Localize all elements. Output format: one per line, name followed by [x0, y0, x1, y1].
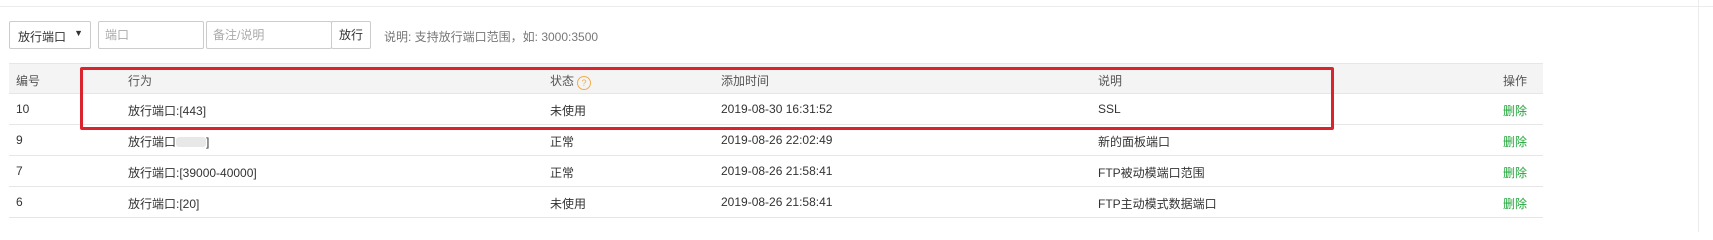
- table-row: 9 放行端口] 正常 2019-08-26 22:02:49 新的面板端口 删除: [9, 125, 1543, 156]
- row-id: 7: [16, 164, 23, 178]
- row-time: 2019-08-26 21:58:41: [721, 195, 833, 209]
- delete-link[interactable]: 删除: [1503, 195, 1527, 212]
- row-status: 未使用: [550, 104, 587, 118]
- port-input-wrap: [98, 21, 204, 49]
- question-circle-icon[interactable]: ?: [577, 76, 592, 90]
- delete-link[interactable]: 删除: [1503, 164, 1527, 181]
- row-time: 2019-08-26 22:02:49: [721, 133, 833, 147]
- row-note: 新的面板端口: [1098, 135, 1171, 149]
- table-row: 6 放行端口:[20] 未使用 2019-08-26 21:58:41 FTP主…: [9, 187, 1543, 218]
- header-id: 编号: [16, 74, 41, 88]
- row-action: 放行端口:[39000-40000]: [128, 166, 257, 180]
- action-select-value: 放行端口: [18, 30, 67, 44]
- table-row: 10 放行端口:[443] 未使用 2019-08-30 16:31:52 SS…: [9, 94, 1543, 125]
- delete-link[interactable]: 删除: [1503, 102, 1527, 119]
- row-status: 未使用: [550, 197, 587, 211]
- delete-link[interactable]: 删除: [1503, 133, 1527, 150]
- row-note: SSL: [1098, 102, 1121, 116]
- table-row: 7 放行端口:[39000-40000] 正常 2019-08-26 21:58…: [9, 156, 1543, 187]
- row-action-suffix: ]: [206, 135, 210, 149]
- table-header: 编号 行为 状态? 添加时间 说明 操作: [9, 63, 1543, 94]
- header-operation: 操作: [1502, 74, 1527, 88]
- row-note: FTP主动模式数据端口: [1098, 197, 1217, 211]
- note-input-wrap: [206, 21, 332, 49]
- row-status: 正常: [550, 166, 575, 180]
- port-rules-table: 编号 行为 状态? 添加时间 说明 操作 10 放行端口:[443] 未使用 2…: [9, 63, 1543, 218]
- port-input[interactable]: [99, 22, 203, 48]
- header-action: 行为: [128, 74, 153, 88]
- action-select[interactable]: 放行端口 ▼: [9, 21, 91, 49]
- allow-button[interactable]: 放行: [331, 21, 371, 49]
- row-time: 2019-08-30 16:31:52: [721, 102, 833, 116]
- blurred-port: [176, 137, 207, 147]
- header-note: 说明: [1098, 74, 1123, 88]
- hint-text: 说明: 支持放行端口范围，如: 3000:3500: [384, 30, 599, 44]
- row-time: 2019-08-26 21:58:41: [721, 164, 833, 178]
- note-input[interactable]: [207, 22, 331, 48]
- row-action: 放行端口:[20]: [128, 197, 200, 211]
- row-id: 10: [16, 102, 30, 116]
- triangle-down-icon: ▼: [74, 28, 83, 38]
- header-status: 状态?: [550, 72, 592, 90]
- row-id: 6: [16, 195, 23, 209]
- row-action: 放行端口:[443]: [128, 104, 207, 118]
- row-id: 9: [16, 133, 23, 147]
- row-note: FTP被动模端口范围: [1098, 166, 1205, 180]
- header-status-label: 状态: [550, 74, 575, 88]
- row-action: 放行端口]: [128, 133, 209, 150]
- top-divider: [0, 6, 1713, 7]
- row-action-text: 放行端口: [128, 135, 177, 149]
- row-status: 正常: [550, 135, 575, 149]
- right-divider: [1698, 0, 1699, 232]
- header-time: 添加时间: [721, 74, 770, 88]
